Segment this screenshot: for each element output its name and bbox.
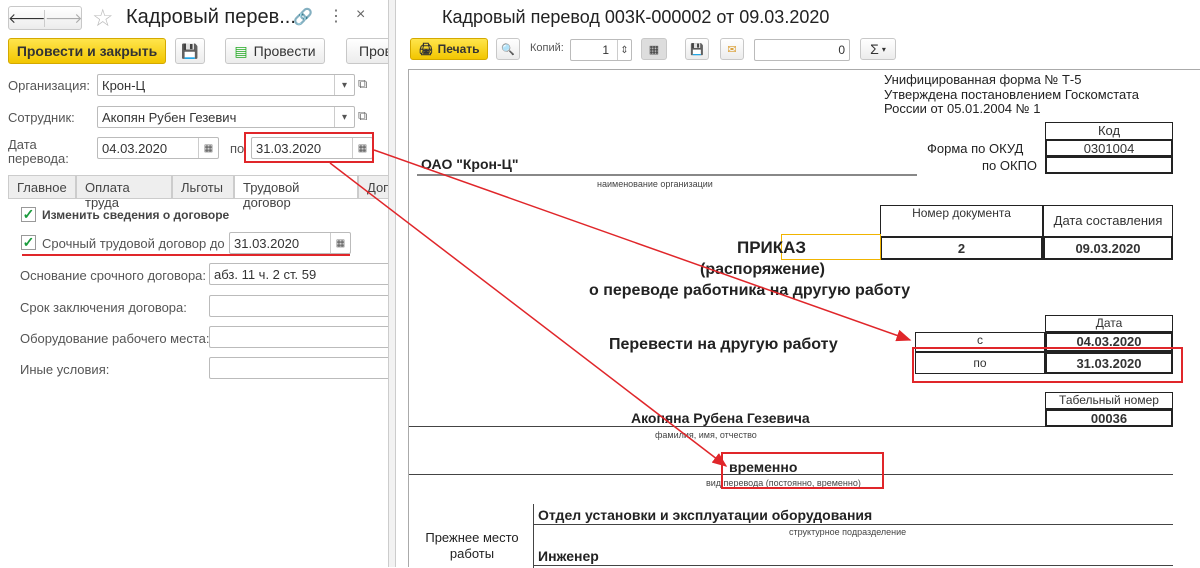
annotation-arrows	[329, 149, 912, 467]
arrow-to-transfer-kind	[329, 162, 728, 467]
arrow-to-doc-date	[373, 149, 912, 342]
